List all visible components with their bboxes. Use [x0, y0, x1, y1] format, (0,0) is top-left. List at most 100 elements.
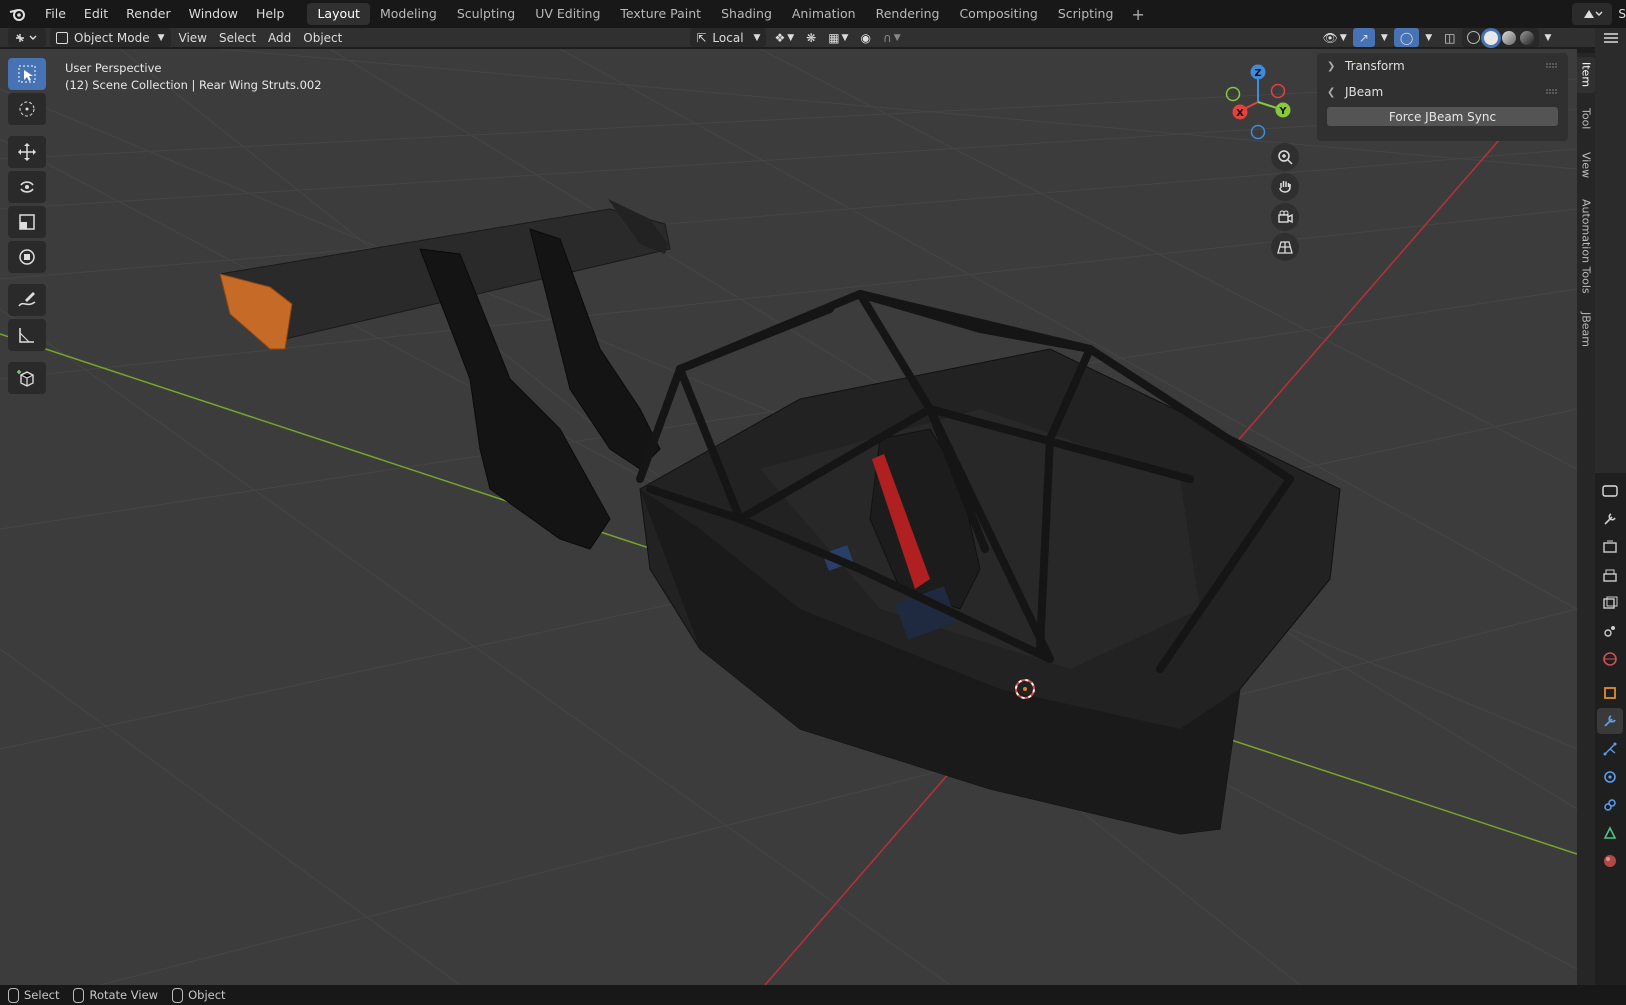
wireframe-shading-icon[interactable]: [1466, 31, 1480, 44]
drag-handle-icon[interactable]: [1546, 89, 1558, 95]
tab-automation-tools[interactable]: Automation Tools: [1577, 191, 1595, 301]
mouse-middle-icon: [73, 987, 85, 1003]
tab-compositing[interactable]: Compositing: [949, 3, 1047, 25]
view-layer-icon[interactable]: [1597, 590, 1623, 616]
falloff-button[interactable]: ∩ ▼: [877, 28, 907, 47]
view-menu[interactable]: View: [173, 28, 213, 47]
tab-view[interactable]: View: [1577, 145, 1595, 185]
hand-pan-icon[interactable]: [1271, 173, 1299, 201]
object-data-icon[interactable]: [1597, 820, 1623, 846]
transform-orientation-dropdown[interactable]: ⇱ Local ▼: [690, 28, 767, 47]
shading-dropdown[interactable]: ▼: [1539, 28, 1558, 47]
snap-target-button[interactable]: ▦ ▼: [822, 28, 854, 47]
menu-help[interactable]: Help: [247, 0, 294, 28]
falloff-curve-icon: ∩: [882, 30, 892, 45]
rendered-shading-icon[interactable]: [1519, 30, 1534, 45]
overlay-toggle[interactable]: ◯: [1393, 28, 1420, 47]
properties-editor-icon[interactable]: [1597, 478, 1623, 504]
tab-rendering[interactable]: Rendering: [866, 3, 950, 25]
output-properties-icon[interactable]: [1597, 562, 1623, 588]
view-name: User Perspective: [65, 61, 162, 75]
menu-file[interactable]: File: [36, 0, 75, 28]
render-properties-icon[interactable]: [1597, 534, 1623, 560]
material-shading-icon[interactable]: [1501, 30, 1516, 45]
overlay-icon: ◯: [1399, 30, 1414, 45]
tab-scripting[interactable]: Scripting: [1048, 3, 1124, 25]
tab-layout[interactable]: Layout: [307, 3, 370, 25]
tab-item[interactable]: Item: [1577, 57, 1595, 93]
constraints-icon[interactable]: [1597, 792, 1623, 818]
tab-jbeam[interactable]: JBeam: [1577, 307, 1595, 353]
gizmo-toggle[interactable]: ↗: [1352, 28, 1375, 47]
proportional-edit-toggle[interactable]: ◉: [854, 28, 876, 47]
annotate-tool[interactable]: [8, 284, 46, 316]
menu-render[interactable]: Render: [117, 0, 180, 28]
scene-render: [0, 49, 1577, 985]
workspace-tabs: Layout Modeling Sculpting UV Editing Tex…: [307, 0, 1152, 28]
transform-panel-header[interactable]: ❯ Transform: [1317, 53, 1568, 79]
select-box-tool[interactable]: [8, 58, 46, 90]
mode-dropdown[interactable]: Object Mode ▼: [50, 28, 171, 47]
viewport-header: Object Mode ▼ View Select Add Object ⇱ L…: [0, 28, 1595, 47]
force-jbeam-sync-button[interactable]: Force JBeam Sync: [1327, 107, 1558, 126]
object-menu[interactable]: Object: [297, 28, 348, 47]
visibility-button[interactable]: 👁 ▼: [1317, 28, 1353, 47]
menu-edit[interactable]: Edit: [75, 0, 117, 28]
orientation-label: Local: [712, 30, 744, 45]
scene-selector[interactable]: [1572, 3, 1613, 25]
physics-icon[interactable]: [1597, 764, 1623, 790]
navigation-gizmo[interactable]: Z X Y: [1220, 64, 1296, 140]
particles-icon[interactable]: [1597, 736, 1623, 762]
material-properties-icon[interactable]: [1597, 848, 1623, 874]
chevron-down-icon: ❮: [1327, 86, 1336, 98]
jbeam-panel-header[interactable]: ❮ JBeam: [1317, 79, 1568, 105]
grid-perspective-icon[interactable]: [1271, 233, 1299, 261]
editor-type-button[interactable]: [8, 28, 46, 47]
gizmo-x-label: X: [1236, 108, 1244, 119]
status-rotate-label: Rotate View: [89, 988, 159, 1002]
blender-logo-icon[interactable]: [0, 0, 36, 28]
modifier-properties-icon[interactable]: [1597, 708, 1623, 734]
chevron-right-icon: ❯: [1327, 60, 1336, 72]
status-object-hint: Object: [172, 987, 226, 1003]
rotate-tool[interactable]: [8, 171, 46, 203]
object-properties-icon[interactable]: [1597, 680, 1623, 706]
outliner-editor-icon[interactable]: [1603, 32, 1619, 49]
tab-shading[interactable]: Shading: [711, 3, 782, 25]
gizmo-y-label: Y: [1278, 106, 1287, 117]
add-workspace-icon[interactable]: +: [1123, 5, 1152, 24]
add-cube-tool[interactable]: [8, 362, 46, 394]
gizmo-dropdown[interactable]: ▼: [1375, 28, 1394, 47]
tab-animation[interactable]: Animation: [782, 3, 866, 25]
scale-tool[interactable]: [8, 206, 46, 238]
zoom-icon[interactable]: [1271, 143, 1299, 171]
measure-tool[interactable]: [8, 319, 46, 351]
move-tool[interactable]: [8, 136, 46, 168]
tab-sculpting[interactable]: Sculpting: [447, 3, 525, 25]
tab-uv-editing[interactable]: UV Editing: [525, 3, 610, 25]
tab-texture-paint[interactable]: Texture Paint: [610, 3, 711, 25]
drag-handle-icon[interactable]: [1546, 63, 1558, 69]
tab-tool[interactable]: Tool: [1577, 99, 1595, 139]
world-properties-icon[interactable]: [1597, 646, 1623, 672]
tool-settings-icon[interactable]: [1597, 506, 1623, 532]
select-menu[interactable]: Select: [213, 28, 262, 47]
snap-toggle[interactable]: ❋: [800, 28, 822, 47]
cursor-tool[interactable]: [8, 93, 46, 125]
shading-modes: [1461, 28, 1539, 47]
overlay-dropdown[interactable]: ▼: [1419, 28, 1438, 47]
sidebar-tabs: Item Tool View Automation Tools JBeam: [1577, 53, 1595, 985]
tab-modeling[interactable]: Modeling: [370, 3, 447, 25]
3d-viewport[interactable]: [0, 49, 1577, 985]
menu-window[interactable]: Window: [180, 0, 247, 28]
pivot-point-button[interactable]: ❖ ▼: [768, 28, 800, 47]
transform-tool[interactable]: [8, 241, 46, 273]
add-menu[interactable]: Add: [262, 28, 297, 47]
jbeam-label: JBeam: [1345, 85, 1384, 99]
status-select-hint: Select: [8, 987, 59, 1003]
xray-toggle[interactable]: ◫: [1438, 28, 1461, 47]
tool-shelf: [8, 58, 46, 397]
solid-shading-icon[interactable]: [1483, 30, 1498, 45]
camera-icon[interactable]: [1271, 203, 1299, 231]
scene-properties-icon[interactable]: [1597, 618, 1623, 644]
